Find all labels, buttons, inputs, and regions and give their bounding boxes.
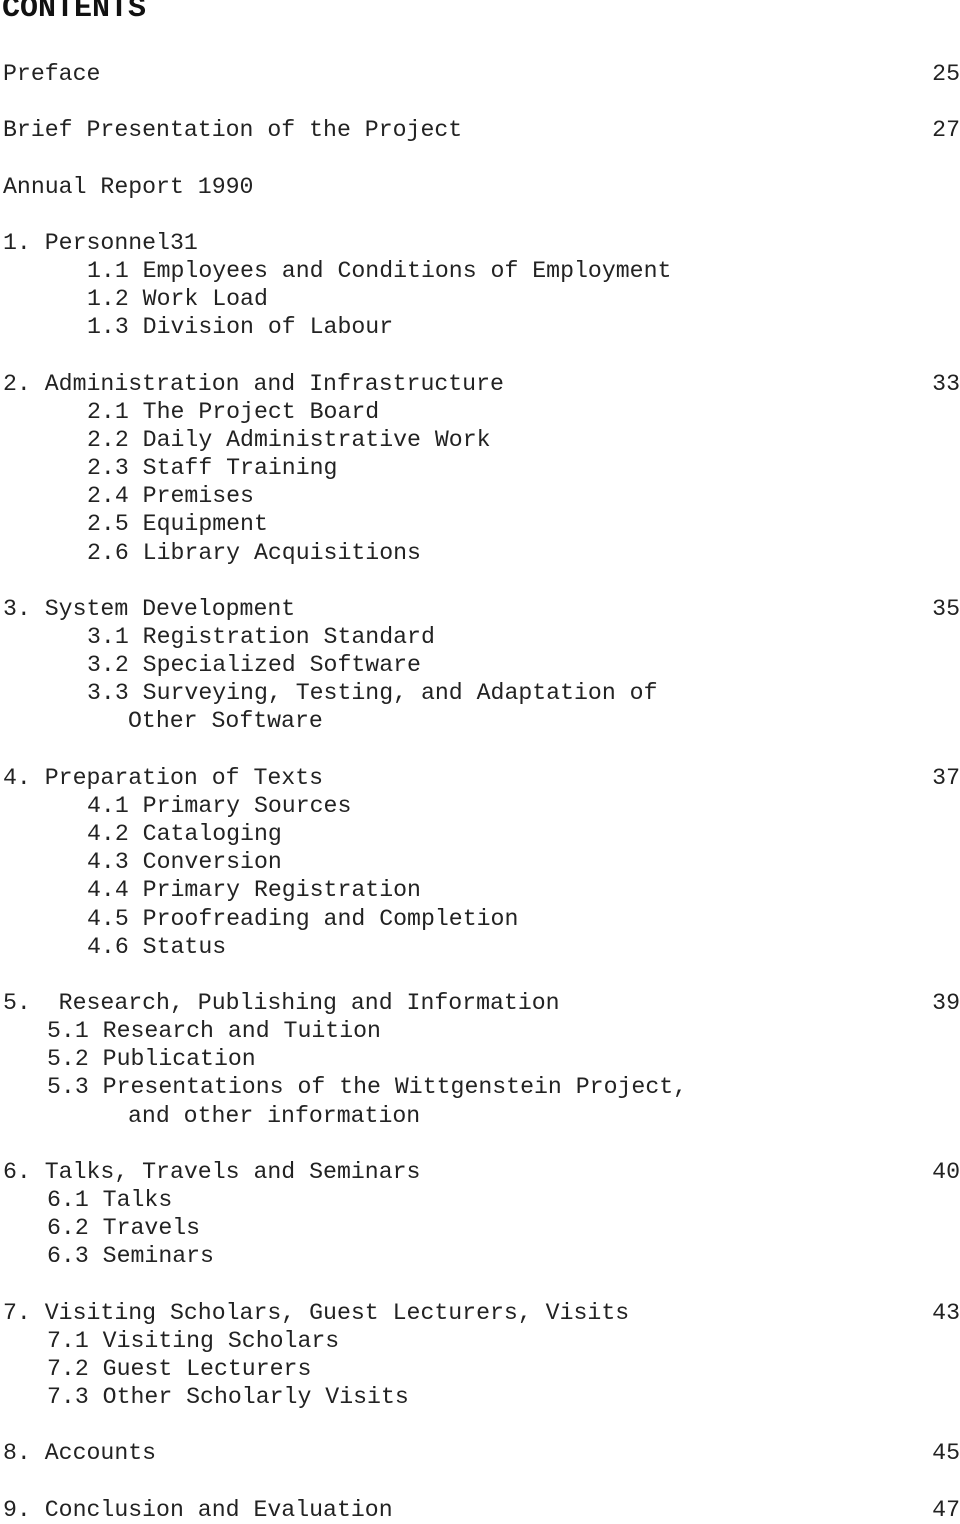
toc-entry-title: 3.1 Registration Standard — [87, 624, 435, 650]
toc-entry-page: 33 — [932, 370, 960, 397]
toc-entry: 1.2 Work Load — [0, 285, 960, 313]
toc-entry: and other information — [0, 1102, 960, 1130]
toc-entry-title: 3.3 Surveying, Testing, and Adaptation o… — [87, 680, 658, 707]
toc-entry-title: and other information — [128, 1102, 421, 1129]
toc-entry: 2. Administration and Infrastructure 33 — [0, 370, 960, 398]
toc-entry: 5.1 Research and Tuition — [0, 1017, 960, 1045]
toc-entry: 1.3 Division of Labour — [0, 313, 960, 341]
toc-entry-title: 4. Preparation of Texts — [3, 764, 324, 791]
toc-entry-title: 7.1 Visiting Scholars — [47, 1327, 340, 1354]
toc-entry: 7.3 Other Scholarly Visits — [0, 1383, 960, 1411]
toc-entry-title: 1.1 Employees and Conditions of Employme… — [87, 258, 672, 285]
toc-entry-title: 4.3 Conversion — [87, 849, 282, 876]
toc-entry: 6.1 Talks — [0, 1186, 960, 1214]
toc-entry: 1.1 Employees and Conditions of Employme… — [0, 257, 960, 285]
toc-entry-title: 5.1 Research and Tuition — [47, 1018, 381, 1045]
toc-entry: 6.2 Travels — [0, 1214, 960, 1242]
toc-entry-title: Brief Presentation of the Project — [3, 117, 463, 144]
toc-entry-page: 25 — [932, 61, 960, 87]
toc-entry-page: 39 — [932, 989, 960, 1016]
toc-entry-title: 4.5 Proofreading and Completion — [87, 905, 519, 932]
toc-entry-title: 1. Personnel31 — [3, 229, 198, 256]
toc-entry-title: 6.3 Seminars — [47, 1243, 214, 1270]
toc-entry: 2.5 Equipment — [0, 510, 960, 538]
toc-entry-title: 7.2 Guest Lecturers — [47, 1355, 312, 1382]
toc-entry: 7.1 Visiting Scholars — [0, 1327, 960, 1355]
toc-entry-title: 4.2 Cataloging — [87, 821, 282, 848]
toc-entry: Preface 25 — [0, 60, 960, 88]
toc-entry: 2.3 Staff Training — [0, 454, 960, 482]
toc-entry: 4.6 Status — [0, 933, 960, 961]
toc-entry-page: 47 — [932, 1496, 960, 1523]
toc-entry: 4.4 Primary Registration — [0, 876, 960, 904]
toc-entry: 7. Visiting Scholars, Guest Lecturers, V… — [0, 1299, 960, 1327]
toc-entry: 5.3 Presentations of the Wittgenstein Pr… — [0, 1073, 960, 1101]
toc-entry-title: 2.3 Staff Training — [87, 455, 338, 482]
toc-entry-title: 9. Conclusion and Evaluation — [3, 1496, 393, 1523]
toc-entry-title: 3. System Development — [3, 595, 296, 622]
toc-entry: 7.2 Guest Lecturers — [0, 1355, 960, 1383]
toc-entry: 1. Personnel31 — [0, 229, 960, 257]
toc-entry: 4.1 Primary Sources — [0, 792, 960, 820]
toc-entry: 4.5 Proofreading and Completion — [0, 905, 960, 933]
toc-entry-page: 40 — [932, 1158, 960, 1185]
toc-entry-title: 4.4 Primary Registration — [87, 877, 421, 904]
toc-entry-title: 1.3 Division of Labour — [87, 314, 394, 341]
toc-entry-title: 7.3 Other Scholarly Visits — [47, 1384, 409, 1411]
toc-entry-title: 6.2 Travels — [47, 1215, 201, 1242]
toc-entry-title: 5.3 Presentations of the Wittgenstein Pr… — [47, 1074, 688, 1101]
toc-entry: Other Software — [0, 707, 960, 735]
toc-entry: Annual Report 1990 — [0, 173, 960, 201]
toc-entry: 6. Talks, Travels and Seminars 40 — [0, 1158, 960, 1186]
toc-entry-title: 2.5 Equipment — [87, 511, 268, 538]
toc-entry: 6.3 Seminars — [0, 1242, 960, 1270]
toc-entry-title: Preface — [3, 61, 101, 87]
toc-entry: 2.4 Premises — [0, 482, 960, 510]
toc-entry: 9. Conclusion and Evaluation 47 — [0, 1496, 960, 1524]
toc-entry: 2.6 Library Acquisitions — [0, 539, 960, 567]
toc-entry: 2.2 Daily Administrative Work — [0, 426, 960, 454]
toc-entry-page: 35 — [932, 595, 960, 622]
toc-entry-title: 8. Accounts — [3, 1440, 157, 1467]
toc-entry-title: 2.1 The Project Board — [87, 398, 380, 425]
toc-entry-page: 37 — [932, 764, 960, 791]
toc-entry: 3.1 Registration Standard — [0, 623, 960, 651]
toc-entry-title: 6.1 Talks — [47, 1187, 173, 1213]
toc-entry-title: 4.6 Status — [87, 933, 227, 960]
toc-entry: 8. Accounts 45 — [0, 1439, 960, 1467]
toc-entry-title: 4.1 Primary Sources — [87, 792, 352, 819]
toc-entry: 3.2 Specialized Software — [0, 651, 960, 679]
toc-entry: 4.2 Cataloging — [0, 820, 960, 848]
toc-entry-page: 45 — [932, 1440, 960, 1467]
toc-entry: 2.1 The Project Board — [0, 398, 960, 426]
toc-entry: 4.3 Conversion — [0, 848, 960, 876]
toc-entry-title: 2.4 Premises — [87, 483, 254, 510]
toc-entry-title: 6. Talks, Travels and Seminars — [3, 1158, 421, 1185]
toc-entry: 3. System Development 35 — [0, 595, 960, 623]
toc-entry-title: 5. Research, Publishing and Information — [3, 989, 560, 1016]
toc-entry-title: 5.2 Publication — [47, 1046, 256, 1073]
toc-entry-title: 3.2 Specialized Software — [87, 652, 421, 679]
toc-entry-title: 2.2 Daily Administrative Work — [87, 426, 491, 453]
toc-entry-title: Annual Report 1990 — [3, 173, 254, 200]
toc-entry: 3.3 Surveying, Testing, and Adaptation o… — [0, 679, 960, 707]
toc-entry-page: 27 — [932, 117, 960, 144]
toc-entry-title: 7. Visiting Scholars, Guest Lecturers, V… — [3, 1299, 630, 1326]
page-title: CONTENTS — [2, 0, 147, 26]
toc-entry: 4. Preparation of Texts 37 — [0, 764, 960, 792]
toc-entry: 5. Research, Publishing and Information 3… — [0, 989, 960, 1017]
toc-entry-title: 2.6 Library Acquisitions — [87, 539, 421, 566]
toc-entry-title: 2. Administration and Infrastructure — [3, 370, 504, 397]
toc-entry-page: 43 — [932, 1299, 960, 1326]
toc-entry-title: 1.2 Work Load — [87, 286, 268, 313]
toc-entry-title: Other Software — [128, 708, 323, 735]
toc-entry: Brief Presentation of the Project 27 — [0, 116, 960, 144]
toc-entry: 5.2 Publication — [0, 1045, 960, 1073]
